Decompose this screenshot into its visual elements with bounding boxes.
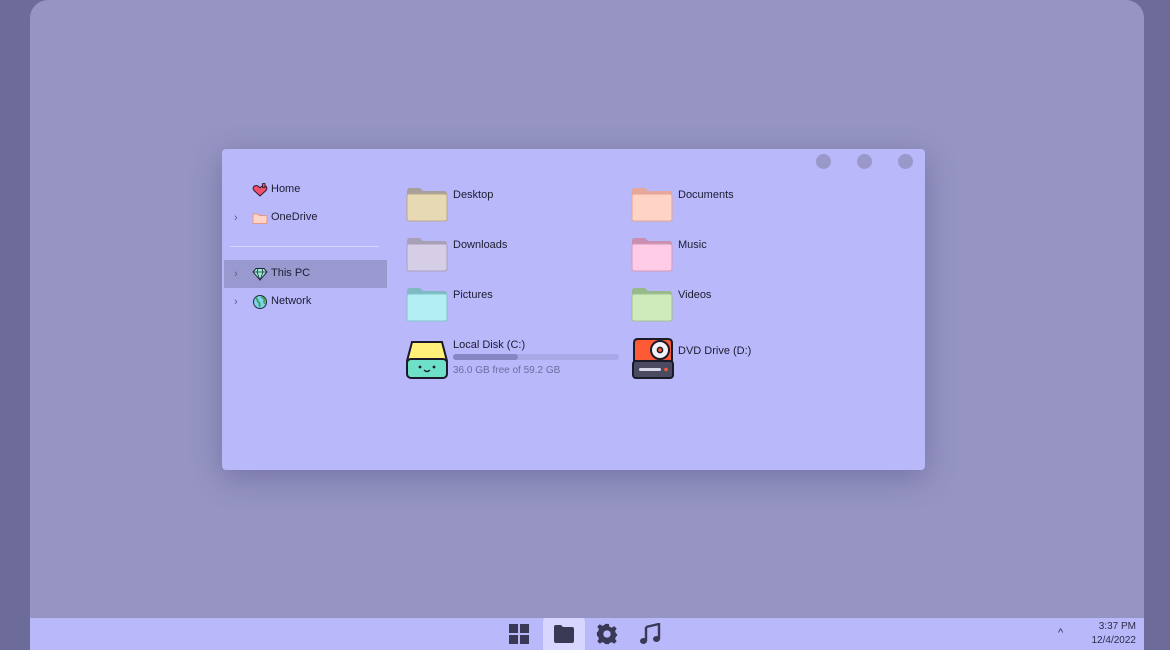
start-button[interactable] — [498, 618, 540, 650]
folder-icon — [406, 238, 448, 272]
music-taskbar-button[interactable] — [629, 618, 671, 650]
drive-usage-bar — [453, 354, 619, 360]
tray-overflow-chevron-icon[interactable]: ^ — [1058, 627, 1063, 639]
nav-label-onedrive: OneDrive — [271, 211, 318, 223]
file-explorer-window: Home › OneDrive › This PC › Network Desk… — [222, 149, 925, 470]
maximize-button[interactable] — [857, 154, 872, 169]
clock[interactable]: 3:37 PM 12/4/2022 — [1078, 620, 1137, 648]
hard-drive-icon — [406, 341, 448, 379]
drive-usage-fill — [453, 354, 518, 360]
settings-taskbar-button[interactable] — [586, 618, 628, 650]
minimize-button[interactable] — [816, 154, 831, 169]
folder-icon — [554, 625, 574, 643]
folder-label: Downloads — [453, 239, 508, 251]
drive-local-disk-c[interactable]: Local Disk (C:) 36.0 GB free of 59.2 GB — [406, 336, 626, 382]
nav-label-home: Home — [271, 183, 301, 195]
clock-date: 12/4/2022 — [1091, 635, 1137, 646]
nav-item-home[interactable]: Home — [224, 176, 387, 204]
nav-divider — [230, 246, 379, 247]
folder-label: Videos — [678, 289, 712, 301]
home-heart-icon — [252, 182, 268, 198]
navigation-pane: Home › OneDrive › This PC › Network — [224, 176, 387, 316]
clock-time: 3:37 PM — [1098, 621, 1136, 632]
nav-label-network: Network — [271, 295, 312, 307]
folder-icon — [631, 288, 673, 322]
folder-label: Documents — [678, 189, 734, 201]
folder-videos[interactable]: Videos — [631, 286, 851, 328]
file-explorer-taskbar-button[interactable] — [543, 618, 585, 650]
music-note-icon — [640, 623, 661, 644]
dvd-drive-icon — [632, 338, 674, 379]
folder-label: Pictures — [453, 289, 493, 301]
drive-free-space: 36.0 GB free of 59.2 GB — [453, 365, 561, 376]
gem-icon — [252, 266, 268, 282]
taskbar: ^ 3:37 PM 12/4/2022 — [30, 618, 1144, 650]
chevron-right-icon[interactable]: › — [234, 296, 246, 308]
chevron-right-icon[interactable]: › — [234, 268, 246, 280]
drive-label: Local Disk (C:) — [453, 339, 526, 351]
folder-icon — [252, 210, 268, 226]
folder-music[interactable]: Music — [631, 236, 851, 278]
folder-downloads[interactable]: Downloads — [406, 236, 626, 278]
close-button[interactable] — [898, 154, 913, 169]
folder-icon — [631, 188, 673, 222]
folder-icon — [406, 288, 448, 322]
folder-label: Desktop — [453, 189, 494, 201]
window-controls — [816, 154, 913, 169]
nav-item-this-pc[interactable]: › This PC — [224, 260, 387, 288]
folder-label: Music — [678, 239, 707, 251]
nav-item-onedrive[interactable]: › OneDrive — [224, 204, 387, 232]
folder-desktop[interactable]: Desktop — [406, 186, 626, 228]
folder-documents[interactable]: Documents — [631, 186, 851, 228]
folder-pictures[interactable]: Pictures — [406, 286, 626, 328]
drive-dvd-d[interactable]: DVD Drive (D:) — [631, 336, 851, 382]
drive-label: DVD Drive (D:) — [678, 345, 752, 357]
folder-icon — [406, 188, 448, 222]
gear-icon — [596, 623, 618, 645]
nav-label-this-pc: This PC — [271, 267, 311, 279]
globe-icon — [252, 294, 268, 310]
chevron-right-icon[interactable]: › — [234, 212, 246, 224]
nav-item-network[interactable]: › Network — [224, 288, 387, 316]
folder-icon — [631, 238, 673, 272]
desktop: Home › OneDrive › This PC › Network Desk… — [30, 0, 1144, 650]
start-icon — [509, 624, 529, 644]
